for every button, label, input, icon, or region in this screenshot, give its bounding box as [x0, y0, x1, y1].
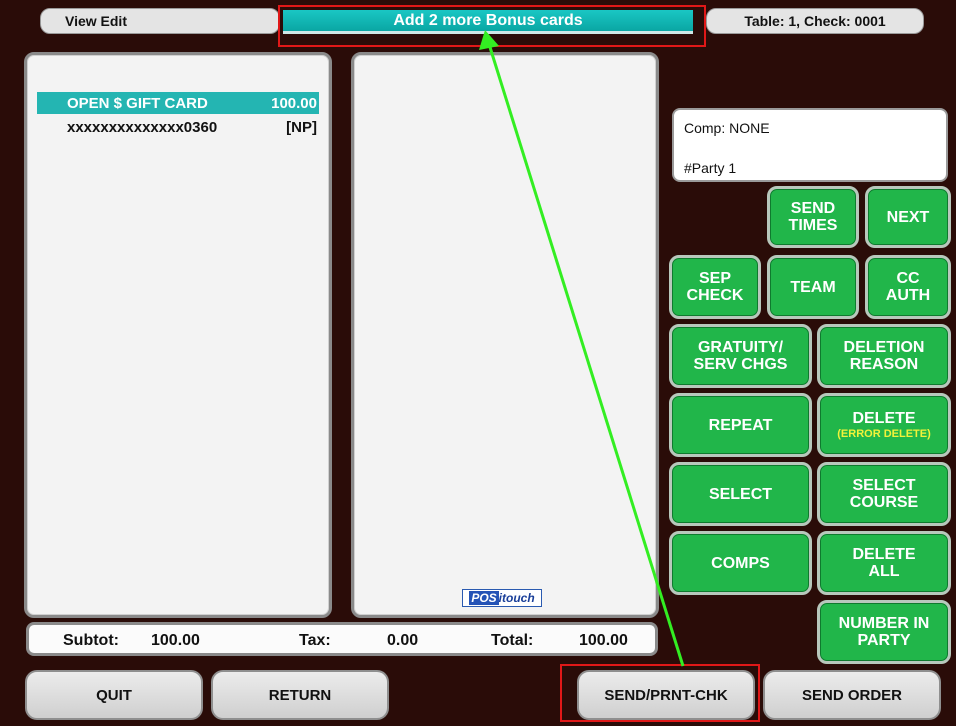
view-edit-label: View Edit [65, 13, 127, 29]
quit-button[interactable]: QUIT [25, 670, 203, 720]
table-check-indicator: Table: 1, Check: 0001 [706, 8, 924, 34]
positouch-logo: POS itouch [462, 589, 542, 607]
item-amount: 100.00 [271, 94, 317, 112]
annotation-highlight-message [278, 5, 706, 47]
team-button[interactable]: TEAM [767, 255, 859, 319]
comps-button[interactable]: COMPS [669, 531, 812, 595]
tax-label: Tax: [299, 632, 331, 649]
party-count: #Party 1 [684, 160, 737, 176]
sep-check-button[interactable]: SEP CHECK [669, 255, 761, 319]
total-value: 100.00 [579, 632, 628, 649]
delete-button[interactable]: DELETE (ERROR DELETE) [817, 393, 951, 457]
select-button[interactable]: SELECT [669, 462, 812, 526]
menu-panel[interactable]: POS itouch [351, 52, 659, 618]
send-times-button[interactable]: SEND TIMES [767, 186, 859, 248]
check-item-list[interactable]: OPEN $ GIFT CARD 100.00 xxxxxxxxxxxxxx03… [24, 52, 332, 618]
comp-status: Comp: NONE [684, 120, 770, 136]
gratuity-serv-chgs-button[interactable]: GRATUITY/ SERV CHGS [669, 324, 812, 388]
item-name: xxxxxxxxxxxxxx0360 [67, 118, 218, 136]
annotation-highlight-send-print [560, 664, 760, 722]
select-course-button[interactable]: SELECT COURSE [817, 462, 951, 526]
item-amount: [NP] [286, 118, 317, 136]
delete-all-button[interactable]: DELETE ALL [817, 531, 951, 595]
subtotal-value: 100.00 [151, 632, 200, 649]
number-in-party-button[interactable]: NUMBER IN PARTY [817, 600, 951, 664]
deletion-reason-button[interactable]: DELETION REASON [817, 324, 951, 388]
check-item-row[interactable]: xxxxxxxxxxxxxx0360 [NP] [37, 116, 319, 138]
repeat-button[interactable]: REPEAT [669, 393, 812, 457]
subtotal-label: Subtot: [63, 632, 119, 649]
next-button[interactable]: NEXT [865, 186, 951, 248]
view-edit-menu[interactable]: View Edit [40, 8, 280, 34]
table-check-label: Table: 1, Check: 0001 [744, 13, 886, 29]
send-order-button[interactable]: SEND ORDER [763, 670, 941, 720]
check-item-row[interactable]: OPEN $ GIFT CARD 100.00 [37, 92, 319, 114]
return-button[interactable]: RETURN [211, 670, 389, 720]
item-name: OPEN $ GIFT CARD [67, 94, 208, 112]
tax-value: 0.00 [387, 632, 419, 649]
check-info-box: Comp: NONE #Party 1 [672, 108, 948, 182]
cc-auth-button[interactable]: CC AUTH [865, 255, 951, 319]
total-label: Total: [491, 632, 534, 649]
totals-bar: Subtot: 100.00 Tax: 0.00 Total: 100.00 [26, 622, 658, 656]
delete-sublabel: (ERROR DELETE) [837, 427, 931, 440]
